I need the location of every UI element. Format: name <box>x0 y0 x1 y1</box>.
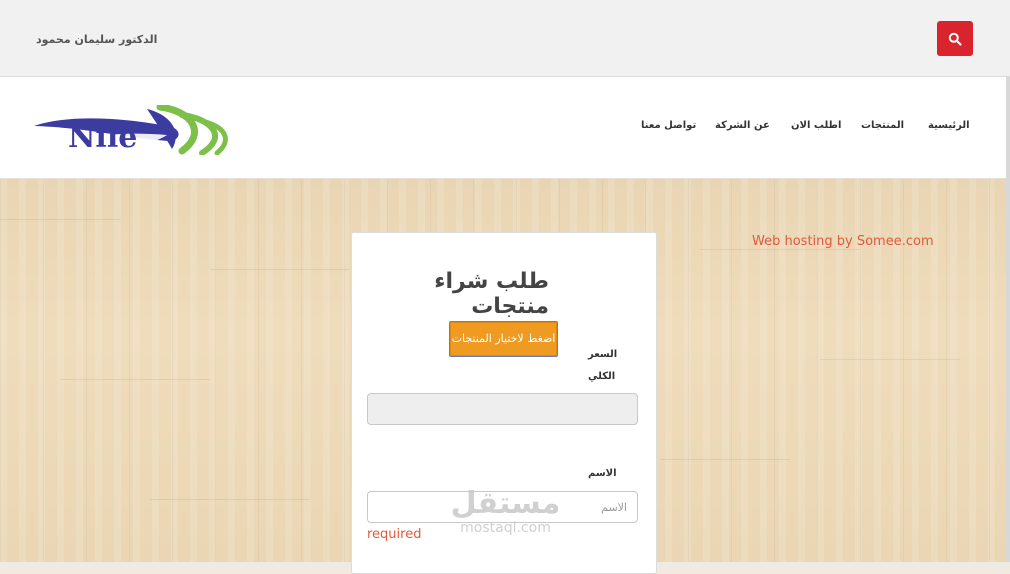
name-label: الاسم <box>588 468 617 479</box>
nav-item-about[interactable]: عن الشركة <box>715 120 770 131</box>
name-required-message: required <box>367 527 422 542</box>
total-price-field <box>367 393 638 425</box>
total-price-input <box>368 394 637 424</box>
search-button[interactable] <box>937 21 973 56</box>
nav-item-order-now[interactable]: اطلب الان <box>791 120 841 131</box>
scrollbar[interactable] <box>1006 77 1010 562</box>
form-title: طلب شراء منتجات <box>434 269 549 319</box>
main-navbar: Nile الرئيسية المنتجات اطلب الان عن الشر… <box>0 77 1010 179</box>
choose-products-button[interactable]: اضغط لاختيار المنتجات <box>449 321 558 357</box>
mostaql-watermark: مستقل mostaql.com <box>443 486 568 537</box>
nav-item-products[interactable]: المنتجات <box>861 120 904 131</box>
search-icon <box>948 32 962 46</box>
watermark-latin: mostaql.com <box>460 520 551 536</box>
nav-item-contact[interactable]: تواصل معنا <box>641 120 696 131</box>
nile-logo[interactable]: Nile <box>32 103 232 156</box>
top-bar: الدكتور سليمان محمود <box>0 0 1010 77</box>
logo-text: Nile <box>68 120 137 155</box>
user-name[interactable]: الدكتور سليمان محمود <box>36 33 157 46</box>
nav-item-home[interactable]: الرئيسية <box>928 120 970 131</box>
total-price-label-line1: السعر <box>588 349 618 360</box>
total-price-label-line2: الكلي <box>588 371 616 382</box>
hosting-link[interactable]: Web hosting by Somee.com <box>752 234 934 249</box>
watermark-arabic: مستقل <box>450 486 561 521</box>
